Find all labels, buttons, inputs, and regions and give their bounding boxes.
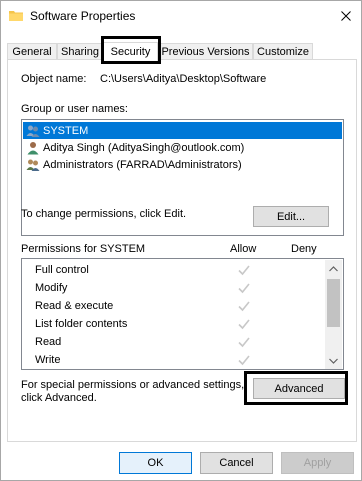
object-name-label: Object name:: [21, 73, 87, 85]
security-panel: Object name: C:\Users\Aditya\Desktop\Sof…: [7, 59, 357, 442]
permission-name: List folder contents: [35, 318, 128, 330]
group-users-icon: [26, 124, 40, 138]
permission-name: Modify: [35, 282, 68, 294]
list-item-administrators[interactable]: Administrators (FARRAD\Administrators): [23, 156, 242, 173]
cancel-button-label: Cancel: [219, 457, 254, 469]
advanced-hint-line1: For special permissions or advanced sett…: [21, 379, 245, 391]
scroll-down-button[interactable]: [325, 352, 342, 369]
permission-row-modify: Modify: [23, 279, 328, 297]
folder-icon: [9, 10, 23, 21]
permission-name: Read & execute: [35, 300, 114, 312]
advanced-button-label: Advanced: [274, 382, 324, 395]
permission-name: Read: [35, 336, 62, 348]
change-permissions-hint: To change permissions, click Edit.: [21, 208, 187, 220]
list-item-label: SYSTEM: [43, 124, 89, 137]
tab-security[interactable]: Security: [103, 42, 158, 61]
permission-row-read: Read: [23, 333, 328, 351]
cancel-button[interactable]: Cancel: [200, 452, 273, 474]
allow-check-icon: [238, 355, 250, 366]
tab-previous-versions[interactable]: Previous Versions: [158, 43, 253, 60]
allow-header: Allow: [230, 243, 257, 255]
chevron-up-icon: [329, 265, 338, 271]
list-item-aditya[interactable]: Aditya Singh (AdityaSingh@outlook.com): [23, 139, 244, 156]
permission-row-read-execute: Read & execute: [23, 297, 328, 315]
apply-button[interactable]: Apply: [281, 452, 354, 474]
permission-row-list-folder-contents: List folder contents: [23, 315, 328, 333]
permission-name: Write: [35, 354, 61, 366]
close-button[interactable]: [331, 1, 361, 31]
window-title: Software Properties: [30, 9, 136, 23]
object-name-value: C:\Users\Aditya\Desktop\Software: [100, 73, 267, 85]
deny-header: Deny: [291, 243, 317, 255]
edit-button-label: Edit...: [276, 210, 306, 223]
tab-customize[interactable]: Customize: [253, 43, 313, 60]
groups-label: Group or user names:: [21, 103, 128, 115]
advanced-button[interactable]: Advanced: [253, 378, 345, 399]
properties-window: Software Properties General Sharing Secu…: [0, 0, 362, 481]
edit-button[interactable]: Edit...: [253, 206, 329, 227]
user-icon: [26, 141, 40, 155]
ok-button-label: OK: [147, 457, 164, 469]
ok-button[interactable]: OK: [119, 452, 192, 474]
scroll-up-button[interactable]: [325, 260, 342, 277]
title-bar[interactable]: Software Properties: [1, 1, 361, 32]
allow-check-icon: [238, 283, 250, 294]
tab-strip: General Sharing Security Previous Versio…: [7, 42, 357, 61]
list-item-label: Administrators (FARRAD\Administrators): [43, 158, 242, 171]
close-icon: [341, 11, 351, 21]
permission-row-full-control: Full control: [23, 261, 328, 279]
allow-check-icon: [238, 301, 250, 312]
list-item-label: Aditya Singh (AdityaSingh@outlook.com): [43, 141, 245, 154]
allow-check-icon: [238, 265, 250, 276]
chevron-down-icon: [329, 358, 338, 364]
permissions-list[interactable]: Full control Modify Read & execute List …: [21, 258, 344, 370]
permission-name: Full control: [35, 264, 89, 276]
tab-sharing[interactable]: Sharing: [57, 43, 103, 60]
apply-button-label: Apply: [303, 457, 332, 469]
tab-general[interactable]: General: [7, 43, 57, 60]
permissions-for-label: Permissions for SYSTEM: [21, 243, 146, 255]
list-item-system[interactable]: SYSTEM: [23, 122, 342, 139]
permission-row-write: Write: [23, 351, 328, 369]
group-users-icon: [26, 158, 40, 172]
allow-check-icon: [238, 337, 250, 348]
advanced-hint-line2: click Advanced.: [21, 392, 97, 404]
scroll-thumb[interactable]: [327, 279, 340, 327]
allow-check-icon: [238, 319, 250, 330]
permissions-scrollbar[interactable]: [325, 260, 342, 369]
